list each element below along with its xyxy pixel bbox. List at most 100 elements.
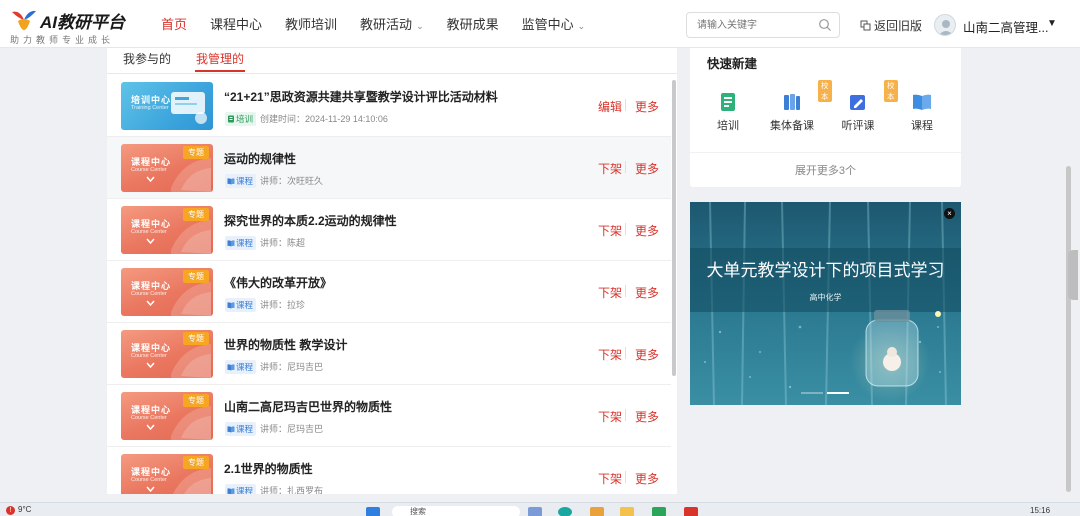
thumbnail-subtitle: Course Center [131, 415, 167, 421]
course-thumbnail[interactable]: 课程中心 Course Center 专题 [121, 330, 213, 378]
unpublish-button[interactable]: 下架 [598, 470, 622, 487]
type-badge-label: 课程 [236, 300, 254, 310]
windows-start-icon[interactable] [366, 507, 380, 516]
item-title[interactable]: 《伟大的改革开放》 [224, 274, 332, 291]
back-to-old-version-link[interactable]: 返回旧版 [860, 17, 922, 34]
meta-label: 讲师： [260, 362, 288, 372]
course-thumbnail[interactable]: 课程中心 Course Center 专题 [121, 392, 213, 440]
nav-item-4[interactable]: 教研成果 [438, 0, 508, 48]
item-title[interactable]: “21+21”思政资源共建共享暨教学设计评比活动材料 [224, 88, 498, 105]
taskbar-app-icon[interactable] [590, 507, 604, 516]
search-input[interactable] [697, 13, 821, 37]
search-box[interactable] [686, 12, 840, 38]
unpublish-button[interactable]: 下架 [598, 222, 622, 239]
banner-dot[interactable] [801, 392, 823, 394]
item-meta: 培训 创建时间：2024-11-29 14:10:06 [225, 112, 388, 126]
unpublish-button[interactable]: 下架 [598, 346, 622, 363]
unpublish-button[interactable]: 下架 [598, 160, 622, 177]
course-thumbnail[interactable]: 课程中心 Course Center 专题 [121, 206, 213, 254]
meta-label: 创建时间： [260, 114, 306, 124]
list-item[interactable]: 课程中心 Course Center 专题 运动的规律性 课程 讲师：次旺旺久 下… [107, 137, 671, 199]
logo-title: AI教研平台 [40, 13, 125, 32]
search-icon[interactable] [818, 18, 832, 32]
logo[interactable]: AI教研平台 助力教师专业成长 [8, 6, 138, 45]
nav-item-2[interactable]: 教师培训 [276, 0, 346, 48]
item-title[interactable]: 探究世界的本质2.2运动的规律性 [224, 212, 397, 229]
topic-tag: 专题 [183, 208, 209, 221]
chevron-down-icon [146, 238, 155, 244]
unpublish-button[interactable]: 下架 [598, 284, 622, 301]
taskbar-weather[interactable]: ! 9°C [6, 505, 31, 515]
type-badge-label: 课程 [236, 238, 254, 248]
nav-item-0[interactable]: 首页 [152, 0, 196, 48]
quick-create-item-0[interactable]: 培训 [698, 92, 758, 133]
taskbar-search[interactable]: 搜索 [392, 506, 520, 516]
logo-bird-icon [12, 10, 36, 30]
item-title[interactable]: 世界的物质性 教学设计 [224, 336, 347, 353]
topic-tag: 专题 [183, 456, 209, 469]
book-icon [227, 178, 235, 185]
training-icon-wrapper [718, 92, 738, 112]
edit-button[interactable]: 编辑 [598, 98, 622, 115]
item-title[interactable]: 2.1世界的物质性 [224, 460, 313, 477]
list-item[interactable]: 课程中心 Course Center 专题 探究世界的本质2.2运动的规律性 课… [107, 199, 671, 261]
expand-more-button[interactable]: 展开更多3个 [690, 162, 961, 178]
unpublish-button[interactable]: 下架 [598, 408, 622, 425]
chevron-down-icon [146, 176, 155, 182]
page-scrollbar-thumb[interactable] [1068, 250, 1078, 300]
more-button[interactable]: 更多 [635, 98, 659, 115]
nav-item-1[interactable]: 课程中心 [201, 0, 271, 48]
nav-item-3[interactable]: 教研活动 ⌄ [351, 0, 433, 48]
taskbar-clock[interactable]: 15:16 [1030, 506, 1050, 515]
edit-icon [850, 95, 865, 110]
list-item[interactable]: 课程中心 Course Center 专题 世界的物质性 教学设计 课程 讲师：尼… [107, 323, 671, 385]
list-scrollbar-thumb[interactable] [672, 80, 676, 376]
more-button[interactable]: 更多 [635, 470, 659, 487]
type-badge: 课程 [225, 236, 257, 250]
more-button[interactable]: 更多 [635, 284, 659, 301]
training-thumbnail[interactable]: 培训中心 Training Center [121, 82, 213, 130]
item-title[interactable]: 运动的规律性 [224, 150, 296, 167]
type-badge-label: 课程 [236, 362, 254, 372]
page-scrollbar-track[interactable] [1066, 166, 1071, 492]
tab-managed[interactable]: 我管理的 [196, 50, 244, 67]
nav-item-label: 首页 [161, 17, 188, 32]
nav-item-5[interactable]: 监管中心 ⌄ [513, 0, 595, 48]
user-menu-caret-icon[interactable]: ▼ [1047, 18, 1057, 29]
item-title[interactable]: 山南二高尼玛吉巴世界的物质性 [224, 398, 392, 415]
quick-create-item-3[interactable]: 课程 [892, 92, 952, 133]
more-button[interactable]: 更多 [635, 160, 659, 177]
quick-create-item-1[interactable]: 校本 集体备课 [762, 80, 832, 133]
more-button[interactable]: 更多 [635, 222, 659, 239]
banner-close-button[interactable]: × [944, 208, 955, 219]
switch-icon [860, 20, 871, 31]
quick-create-item-2[interactable]: 校本 听评课 [828, 80, 898, 133]
taskbar-app-icon[interactable] [652, 507, 666, 516]
taskbar-app-icon[interactable] [684, 507, 698, 516]
list-item[interactable]: 课程中心 Course Center 专题 山南二高尼玛吉巴世界的物质性 课程讲… [107, 385, 671, 447]
list-item[interactable]: 培训中心 Training Center “21+21”思政资源共建共享暨教学设… [107, 75, 671, 137]
meta-value: 次旺旺久 [287, 176, 324, 186]
tab-participated[interactable]: 我参与的 [123, 50, 171, 67]
meta-value: 扎西罗布 [287, 486, 324, 494]
list-item[interactable]: 课程中心 Course Center 专题 2.1世界的物质性 课程 讲师：扎西罗… [107, 447, 671, 494]
browser-icon[interactable] [558, 507, 572, 516]
folder-icon[interactable] [620, 507, 634, 516]
type-badge: 课程 [225, 484, 257, 494]
meta-label: 讲师： [260, 300, 288, 310]
chevron-down-icon [146, 486, 155, 492]
more-button[interactable]: 更多 [635, 408, 659, 425]
user-avatar[interactable] [934, 14, 956, 36]
list-item[interactable]: 课程中心 Course Center 专题 《伟大的改革开放》 课程 讲师：拉珍 … [107, 261, 671, 323]
promo-banner[interactable]: × 大单元教学设计下的项目式学习 高中化学 [690, 202, 961, 405]
banner-dot-active[interactable] [827, 392, 849, 394]
course-thumbnail[interactable]: 课程中心 Course Center 专题 [121, 144, 213, 192]
meta-value: 尼玛吉巴 [287, 362, 324, 372]
course-thumbnail[interactable]: 课程中心 Course Center 专题 [121, 268, 213, 316]
user-name[interactable]: 山南二高管理... [963, 17, 1048, 36]
action-divider [625, 409, 626, 421]
course-thumbnail[interactable]: 课程中心 Course Center 专题 [121, 454, 213, 494]
taskbar-app-icon[interactable] [528, 507, 542, 516]
type-badge: 课程 [225, 422, 257, 436]
more-button[interactable]: 更多 [635, 346, 659, 363]
